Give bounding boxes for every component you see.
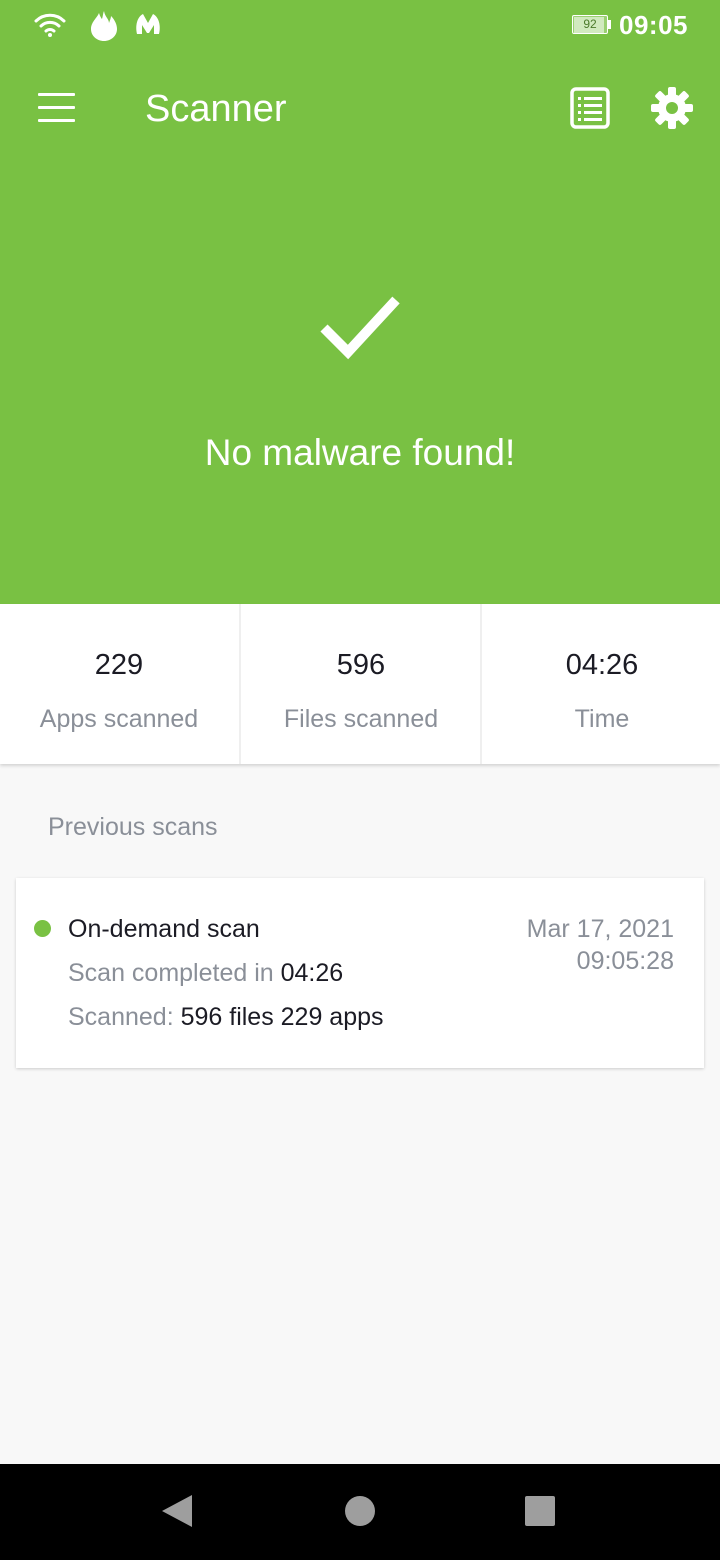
status-time: 09:05 — [619, 10, 688, 40]
malwarebytes-icon — [136, 14, 160, 34]
stat-value: 04:26 — [565, 649, 639, 681]
scan-type: On-demand scan — [68, 915, 260, 943]
menu-button[interactable] — [26, 80, 86, 136]
stat-value: 229 — [94, 649, 144, 681]
stat-value: 596 — [336, 649, 386, 681]
stat-label: Time — [574, 705, 630, 733]
previous-scans-title: Previous scans — [48, 813, 218, 841]
menu-icon — [38, 93, 75, 96]
battery-icon: 92 — [572, 15, 612, 36]
scan-status-dot — [34, 920, 51, 937]
recents-icon[interactable] — [525, 1496, 555, 1526]
previous-scan-item[interactable]: On-demand scan Scan completed in 04:26 S… — [16, 878, 704, 1068]
wifi-icon — [34, 13, 66, 37]
fire-icon — [91, 11, 117, 41]
home-icon[interactable] — [345, 1496, 375, 1526]
page-title: Scanner — [145, 88, 287, 130]
checkmark-icon — [320, 296, 400, 360]
scan-history-icon — [570, 87, 610, 129]
scan-stats: 229 Apps scanned 596 Files scanned 04:26… — [0, 604, 720, 764]
scan-summary-line: Scanned: 596 files 229 apps — [68, 1001, 384, 1033]
scan-result-message: No malware found! — [204, 432, 516, 473]
scan-date: Mar 17, 2021 — [526, 915, 674, 943]
scan-summary-label: Scanned: — [68, 1003, 181, 1031]
stat-label: Files scanned — [283, 705, 439, 733]
scan-time: 09:05:28 — [576, 947, 674, 975]
scan-timestamp: Mar 17, 2021 09:05:28 — [527, 913, 674, 977]
battery-percent: 92 — [583, 17, 597, 31]
scan-duration-label: Scan completed in — [68, 959, 281, 987]
navigation-bar — [0, 1464, 720, 1560]
back-icon[interactable] — [162, 1495, 192, 1527]
stat-files-scanned: 596 Files scanned — [239, 604, 481, 764]
stat-label: Apps scanned — [39, 705, 199, 733]
scan-history-button[interactable] — [564, 82, 616, 134]
gear-icon — [651, 87, 693, 129]
scan-duration-line: Scan completed in 04:26 — [68, 957, 343, 989]
scan-duration-value: 04:26 — [280, 959, 344, 987]
status-bar: 92 09:05 — [0, 0, 720, 52]
scan-summary-value: 596 files 229 apps — [180, 1003, 384, 1031]
settings-button[interactable] — [646, 82, 698, 134]
stat-apps-scanned: 229 Apps scanned — [0, 604, 238, 764]
stat-time: 04:26 Time — [480, 604, 720, 764]
